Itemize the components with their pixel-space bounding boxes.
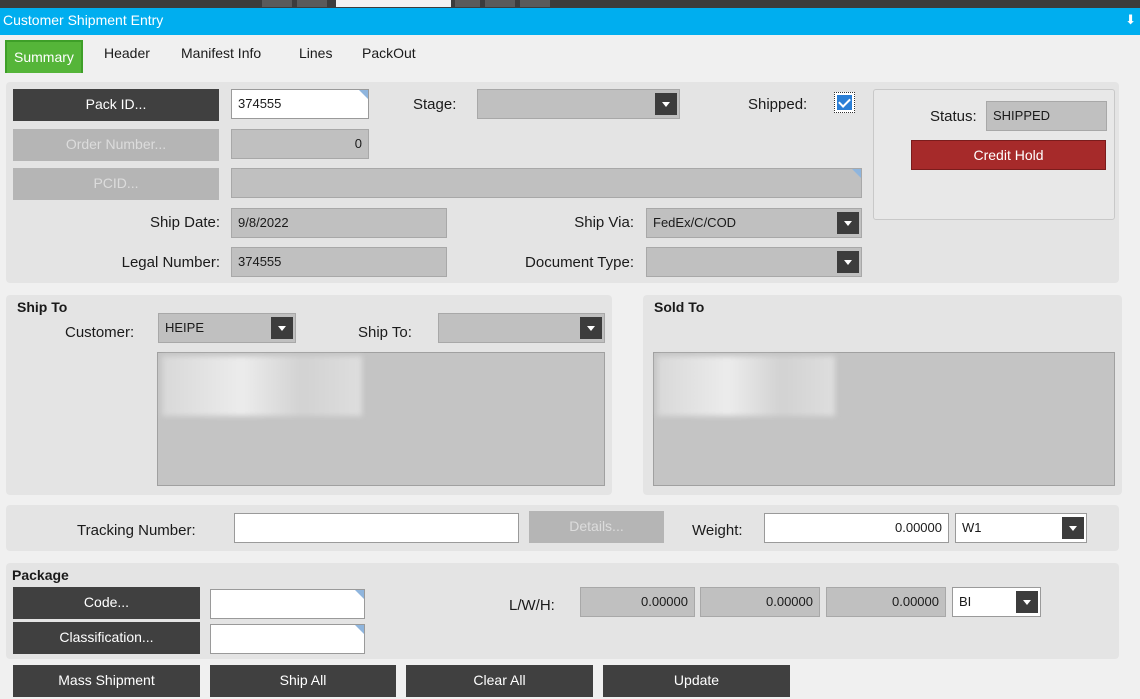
chevron-down-icon[interactable]	[837, 212, 859, 234]
ship-date-field[interactable]: 9/8/2022	[231, 208, 447, 238]
width-field[interactable]: 0.00000	[700, 587, 820, 617]
check-icon	[837, 95, 852, 110]
window-title: Customer Shipment Entry	[3, 12, 164, 28]
redacted-address	[657, 356, 835, 416]
window-title-bar: Customer Shipment Entry ⬇	[0, 8, 1140, 35]
ship-to-title: Ship To	[17, 299, 68, 315]
weight-label: Weight:	[692, 522, 743, 539]
redacted-address	[162, 356, 362, 416]
legal-number-field[interactable]: 374555	[231, 247, 447, 277]
height-field[interactable]: 0.00000	[826, 587, 946, 617]
status-field: SHIPPED	[986, 101, 1107, 131]
classification-button[interactable]: Classification...	[13, 622, 200, 654]
chevron-down-icon[interactable]	[837, 251, 859, 273]
shipped-checkbox[interactable]	[834, 92, 855, 113]
tab-manifest-info[interactable]: Manifest Info	[181, 45, 261, 61]
order-number-button[interactable]: Order Number...	[13, 129, 219, 161]
document-type-label: Document Type:	[525, 254, 634, 271]
credit-hold-badge: Credit Hold	[911, 140, 1106, 170]
dim-unit-value: BI	[959, 594, 972, 609]
pack-id-value: 374555	[238, 96, 282, 111]
details-button[interactable]: Details...	[529, 511, 664, 543]
pack-id-field[interactable]: 374555	[231, 89, 369, 119]
ship-to-label: Ship To:	[358, 324, 412, 341]
top-toolbar-strip	[0, 0, 1140, 8]
lwh-label: L/W/H:	[509, 597, 555, 614]
weight-unit-select[interactable]: W1	[955, 513, 1087, 543]
weight-field[interactable]: 0.00000	[764, 513, 949, 543]
chevron-down-icon[interactable]	[1016, 591, 1038, 613]
tab-bar: Summary Header Manifest Info Lines PackO…	[0, 35, 1140, 75]
toolbar-block	[262, 0, 292, 7]
ship-via-value: FedEx/C/COD	[653, 215, 737, 230]
ship-date-label: Ship Date:	[149, 214, 220, 231]
stage-label: Stage:	[413, 96, 457, 113]
code-field[interactable]	[210, 589, 365, 619]
toolbar-block	[520, 0, 550, 7]
chevron-down-icon[interactable]	[655, 93, 677, 115]
ship-via-label: Ship Via:	[574, 214, 634, 231]
pack-id-button[interactable]: Pack ID...	[13, 89, 219, 121]
toolbar-block	[455, 0, 480, 7]
tracking-number-label: Tracking Number:	[77, 522, 196, 539]
clear-all-button[interactable]: Clear All	[406, 665, 593, 697]
chevron-down-icon[interactable]	[1062, 517, 1084, 539]
tab-lines[interactable]: Lines	[299, 45, 332, 61]
document-type-select[interactable]	[646, 247, 862, 277]
customer-label: Customer:	[65, 324, 135, 341]
chevron-down-icon[interactable]	[580, 317, 602, 339]
toolbar-input	[336, 0, 451, 7]
length-field[interactable]: 0.00000	[580, 587, 695, 617]
ship-to-select[interactable]	[438, 313, 605, 343]
legal-number-label: Legal Number:	[121, 254, 220, 271]
shipped-label: Shipped:	[748, 96, 808, 113]
pcid-button[interactable]: PCID...	[13, 168, 219, 200]
pcid-field[interactable]	[231, 168, 862, 198]
weight-unit-value: W1	[962, 520, 982, 535]
code-button[interactable]: Code...	[13, 587, 200, 619]
mass-shipment-button[interactable]: Mass Shipment	[13, 665, 200, 697]
stage-select[interactable]	[477, 89, 680, 119]
chevron-down-icon[interactable]	[271, 317, 293, 339]
dim-unit-select[interactable]: BI	[952, 587, 1041, 617]
order-number-field[interactable]: 0	[231, 129, 369, 159]
classification-field[interactable]	[210, 624, 365, 654]
update-button[interactable]: Update	[603, 665, 790, 697]
tab-packout[interactable]: PackOut	[362, 45, 416, 61]
customer-select[interactable]: HEIPE	[158, 313, 296, 343]
tab-header[interactable]: Header	[104, 45, 150, 61]
toolbar-block	[297, 0, 327, 7]
tab-summary[interactable]: Summary	[5, 40, 83, 73]
customer-value: HEIPE	[165, 320, 205, 335]
ship-via-select[interactable]: FedEx/C/COD	[646, 208, 862, 238]
ship-all-button[interactable]: Ship All	[210, 665, 396, 697]
tracking-number-field[interactable]	[234, 513, 519, 543]
pin-icon[interactable]: ⬇	[1125, 12, 1136, 28]
sold-to-title: Sold To	[654, 299, 705, 315]
status-label: Status:	[930, 108, 977, 125]
toolbar-block	[485, 0, 515, 7]
package-title: Package	[12, 567, 69, 583]
